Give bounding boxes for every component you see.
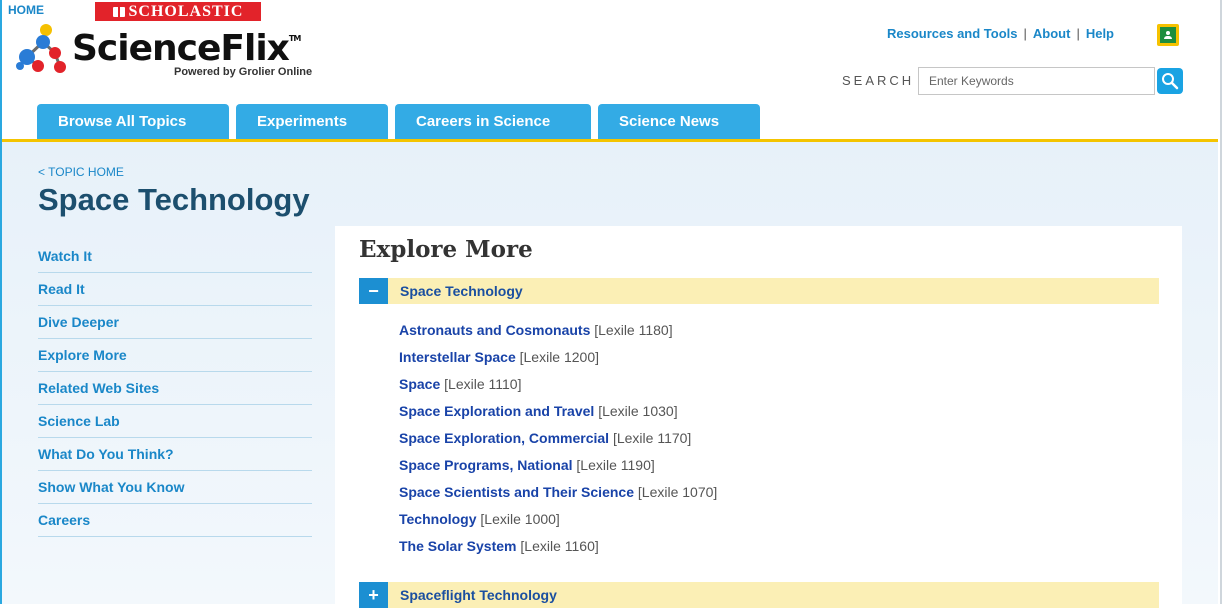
- list-item: Space Programs, National [Lexile 1190]: [399, 457, 717, 484]
- article-link[interactable]: Space Programs, National: [399, 457, 573, 473]
- tab-browse-all-topics[interactable]: Browse All Topics: [37, 104, 229, 139]
- lexile-level: [Lexile 1160]: [520, 538, 599, 554]
- lexile-level: [Lexile 1070]: [637, 484, 718, 500]
- brand-name-text: ScienceFlix: [72, 28, 290, 69]
- topic-home-link[interactable]: < TOPIC HOME: [38, 165, 124, 179]
- collapse-icon[interactable]: −: [359, 278, 388, 304]
- list-item: Technology [Lexile 1000]: [399, 511, 717, 538]
- search-icon: [1162, 73, 1179, 90]
- brand-name: ScienceFlixTM: [72, 28, 301, 69]
- list-item: Interstellar Space [Lexile 1200]: [399, 349, 717, 376]
- site-header: HOME SCHOLASTIC ScienceFlixTM Powered by…: [2, 0, 1218, 141]
- list-item: Space Scientists and Their Science [Lexi…: [399, 484, 717, 511]
- list-item: Astronauts and Cosmonauts [Lexile 1180]: [399, 322, 717, 349]
- search-input[interactable]: [918, 67, 1155, 95]
- article-link[interactable]: Space Scientists and Their Science: [399, 484, 634, 500]
- explore-more-panel: Explore More − Space Technology Astronau…: [335, 226, 1182, 608]
- scienceflix-logo[interactable]: ScienceFlixTM Powered by Grolier Online: [14, 22, 334, 82]
- main-nav: Browse All Topics Experiments Careers in…: [37, 104, 760, 139]
- list-item: Space [Lexile 1110]: [399, 376, 717, 403]
- sidebar-item-read-it[interactable]: Read It: [38, 273, 312, 306]
- lexile-level: [Lexile 1030]: [598, 403, 678, 419]
- lexile-level: [Lexile 1170]: [612, 430, 692, 446]
- scholastic-label: SCHOLASTIC: [128, 2, 244, 20]
- search-button[interactable]: [1157, 68, 1183, 94]
- sidebar-item-dive-deeper[interactable]: Dive Deeper: [38, 306, 312, 339]
- topic-sidebar: Watch It Read It Dive Deeper Explore Mor…: [38, 240, 312, 537]
- accordion-label[interactable]: Spaceflight Technology: [400, 587, 557, 603]
- scholastic-logo[interactable]: SCHOLASTIC: [95, 2, 261, 21]
- sidebar-item-what-do-you-think[interactable]: What Do You Think?: [38, 438, 312, 471]
- article-link[interactable]: Interstellar Space: [399, 349, 516, 365]
- help-link[interactable]: Help: [1086, 26, 1114, 41]
- article-link[interactable]: The Solar System: [399, 538, 517, 554]
- brand-subtitle: Powered by Grolier Online: [174, 66, 313, 78]
- content-area: < TOPIC HOME Space Technology Watch It R…: [2, 142, 1218, 608]
- list-item: The Solar System [Lexile 1160]: [399, 538, 717, 565]
- sidebar-item-explore-more[interactable]: Explore More: [38, 339, 312, 372]
- lexile-level: [Lexile 1180]: [594, 322, 673, 338]
- article-link[interactable]: Space Exploration, Commercial: [399, 430, 609, 446]
- article-link[interactable]: Astronauts and Cosmonauts: [399, 322, 590, 338]
- separator: |: [1076, 26, 1080, 41]
- list-item: Space Exploration and Travel [Lexile 103…: [399, 403, 717, 430]
- article-link[interactable]: Technology: [399, 511, 477, 527]
- lexile-level: [Lexile 1000]: [480, 511, 560, 527]
- lexile-level: [Lexile 1110]: [444, 376, 522, 392]
- trademark: TM: [288, 34, 301, 43]
- book-icon: [112, 6, 125, 17]
- sidebar-item-related-web-sites[interactable]: Related Web Sites: [38, 372, 312, 405]
- accordion-header-spaceflight-technology[interactable]: + Spaceflight Technology: [359, 582, 1159, 608]
- sidebar-item-watch-it[interactable]: Watch It: [38, 240, 312, 273]
- home-link[interactable]: HOME: [8, 3, 44, 17]
- tab-experiments[interactable]: Experiments: [236, 104, 388, 139]
- article-link[interactable]: Space Exploration and Travel: [399, 403, 594, 419]
- tab-science-news[interactable]: Science News: [598, 104, 760, 139]
- article-list: Astronauts and Cosmonauts [Lexile 1180] …: [399, 322, 717, 565]
- sidebar-item-science-lab[interactable]: Science Lab: [38, 405, 312, 438]
- sidebar-item-careers[interactable]: Careers: [38, 504, 312, 537]
- lexile-level: [Lexile 1190]: [576, 457, 655, 473]
- panel-title: Explore More: [359, 236, 533, 263]
- page-title: Space Technology: [38, 182, 310, 217]
- molecule-icon: [16, 24, 66, 73]
- accordion-label[interactable]: Space Technology: [400, 283, 523, 299]
- about-link[interactable]: About: [1033, 26, 1071, 41]
- list-item: Space Exploration, Commercial [Lexile 11…: [399, 430, 717, 457]
- utility-links: Resources and Tools | About | Help: [887, 26, 1114, 41]
- sidebar-item-show-what-you-know[interactable]: Show What You Know: [38, 471, 312, 504]
- expand-icon[interactable]: +: [359, 582, 388, 608]
- tab-careers-in-science[interactable]: Careers in Science: [395, 104, 591, 139]
- accordion-header-space-technology[interactable]: − Space Technology: [359, 278, 1159, 304]
- lexile-level: [Lexile 1200]: [519, 349, 600, 365]
- article-link[interactable]: Space: [399, 376, 440, 392]
- search-label: SEARCH: [842, 73, 915, 88]
- google-classroom-icon[interactable]: [1157, 24, 1179, 46]
- resources-tools-link[interactable]: Resources and Tools: [887, 26, 1018, 41]
- separator: |: [1023, 26, 1027, 41]
